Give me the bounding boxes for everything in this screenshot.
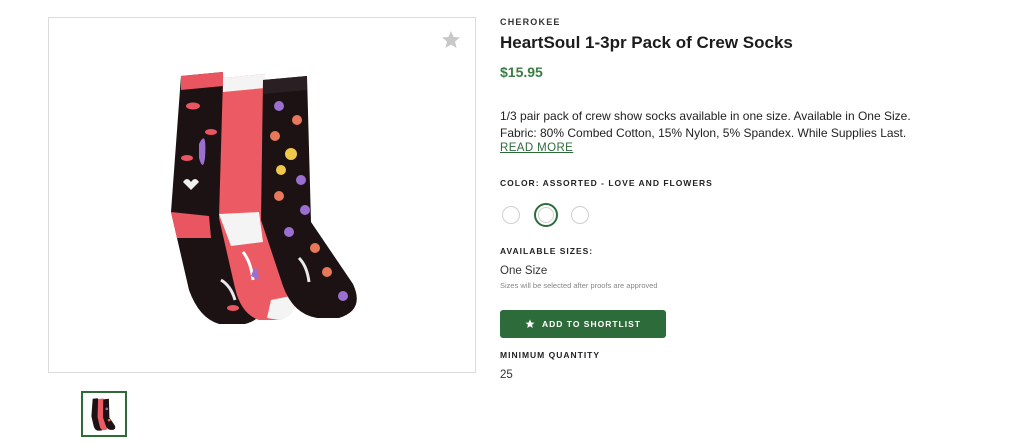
product-price: $15.95 [500,64,543,80]
minimum-quantity-label: MINIMUM QUANTITY [500,350,601,360]
read-more-link[interactable]: READ MORE [500,142,573,154]
product-description: 1/3 pair pack of crew show socks availab… [500,109,911,140]
size-note: Sizes will be selected after proofs are … [500,281,658,290]
color-swatch-1[interactable] [502,206,520,224]
product-image [171,72,357,324]
available-sizes-label: AVAILABLE SIZES: [500,246,594,256]
favorite-star-icon[interactable] [441,30,461,50]
product-thumbnail[interactable] [81,391,127,437]
add-to-shortlist-button[interactable]: ADD TO SHORTLIST [500,310,666,338]
product-image-frame [48,17,476,373]
thumbnail-image [91,398,116,431]
color-swatch-2-selected[interactable] [534,203,558,227]
color-swatch-3[interactable] [571,206,589,224]
product-title: HeartSoul 1-3pr Pack of Crew Socks [500,33,793,52]
brand-name: CHEROKEE [500,17,561,27]
add-to-shortlist-label: ADD TO SHORTLIST [542,319,641,329]
minimum-quantity-value: 25 [500,369,513,381]
color-label: COLOR: ASSORTED - LOVE AND FLOWERS [500,178,713,188]
star-icon [525,319,535,328]
size-value: One Size [500,265,548,277]
